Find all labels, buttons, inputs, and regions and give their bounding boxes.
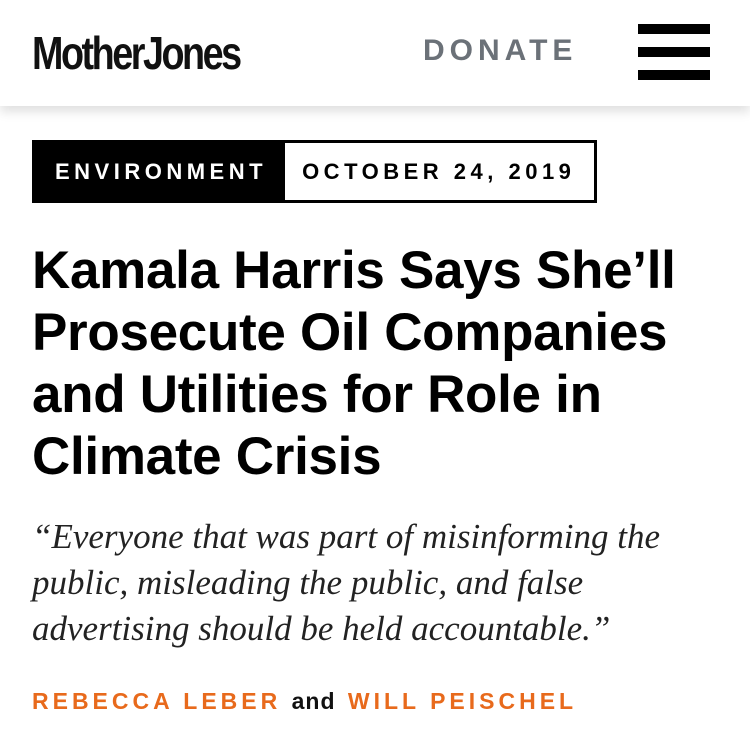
site-logo[interactable]: MotherJones <box>32 26 242 80</box>
article-headline: Kamala Harris Says She’ll Prosecute Oil … <box>32 241 676 486</box>
donate-button[interactable]: DONATE <box>423 31 577 71</box>
menu-bar-top <box>638 24 710 34</box>
author-link-1[interactable]: REBECCA LEBER <box>32 688 281 714</box>
article-dek: “Everyone that was part of misinforming … <box>32 517 661 648</box>
publish-date: OCTOBER 24, 2019 <box>285 143 595 200</box>
article-meta: ENVIRONMENT OCTOBER 24, 2019 <box>32 140 598 203</box>
menu-bar-middle <box>638 47 710 57</box>
site-header: MotherJones DONATE <box>0 0 750 106</box>
author-link-2[interactable]: WILL PEISCHEL <box>348 688 577 714</box>
hamburger-menu-icon[interactable] <box>638 24 710 80</box>
byline-conjunction: and <box>291 688 336 714</box>
menu-bar-bottom <box>638 70 710 80</box>
category-tag[interactable]: ENVIRONMENT <box>35 143 286 200</box>
byline: REBECCA LEBER and WILL PEISCHEL <box>32 686 577 716</box>
